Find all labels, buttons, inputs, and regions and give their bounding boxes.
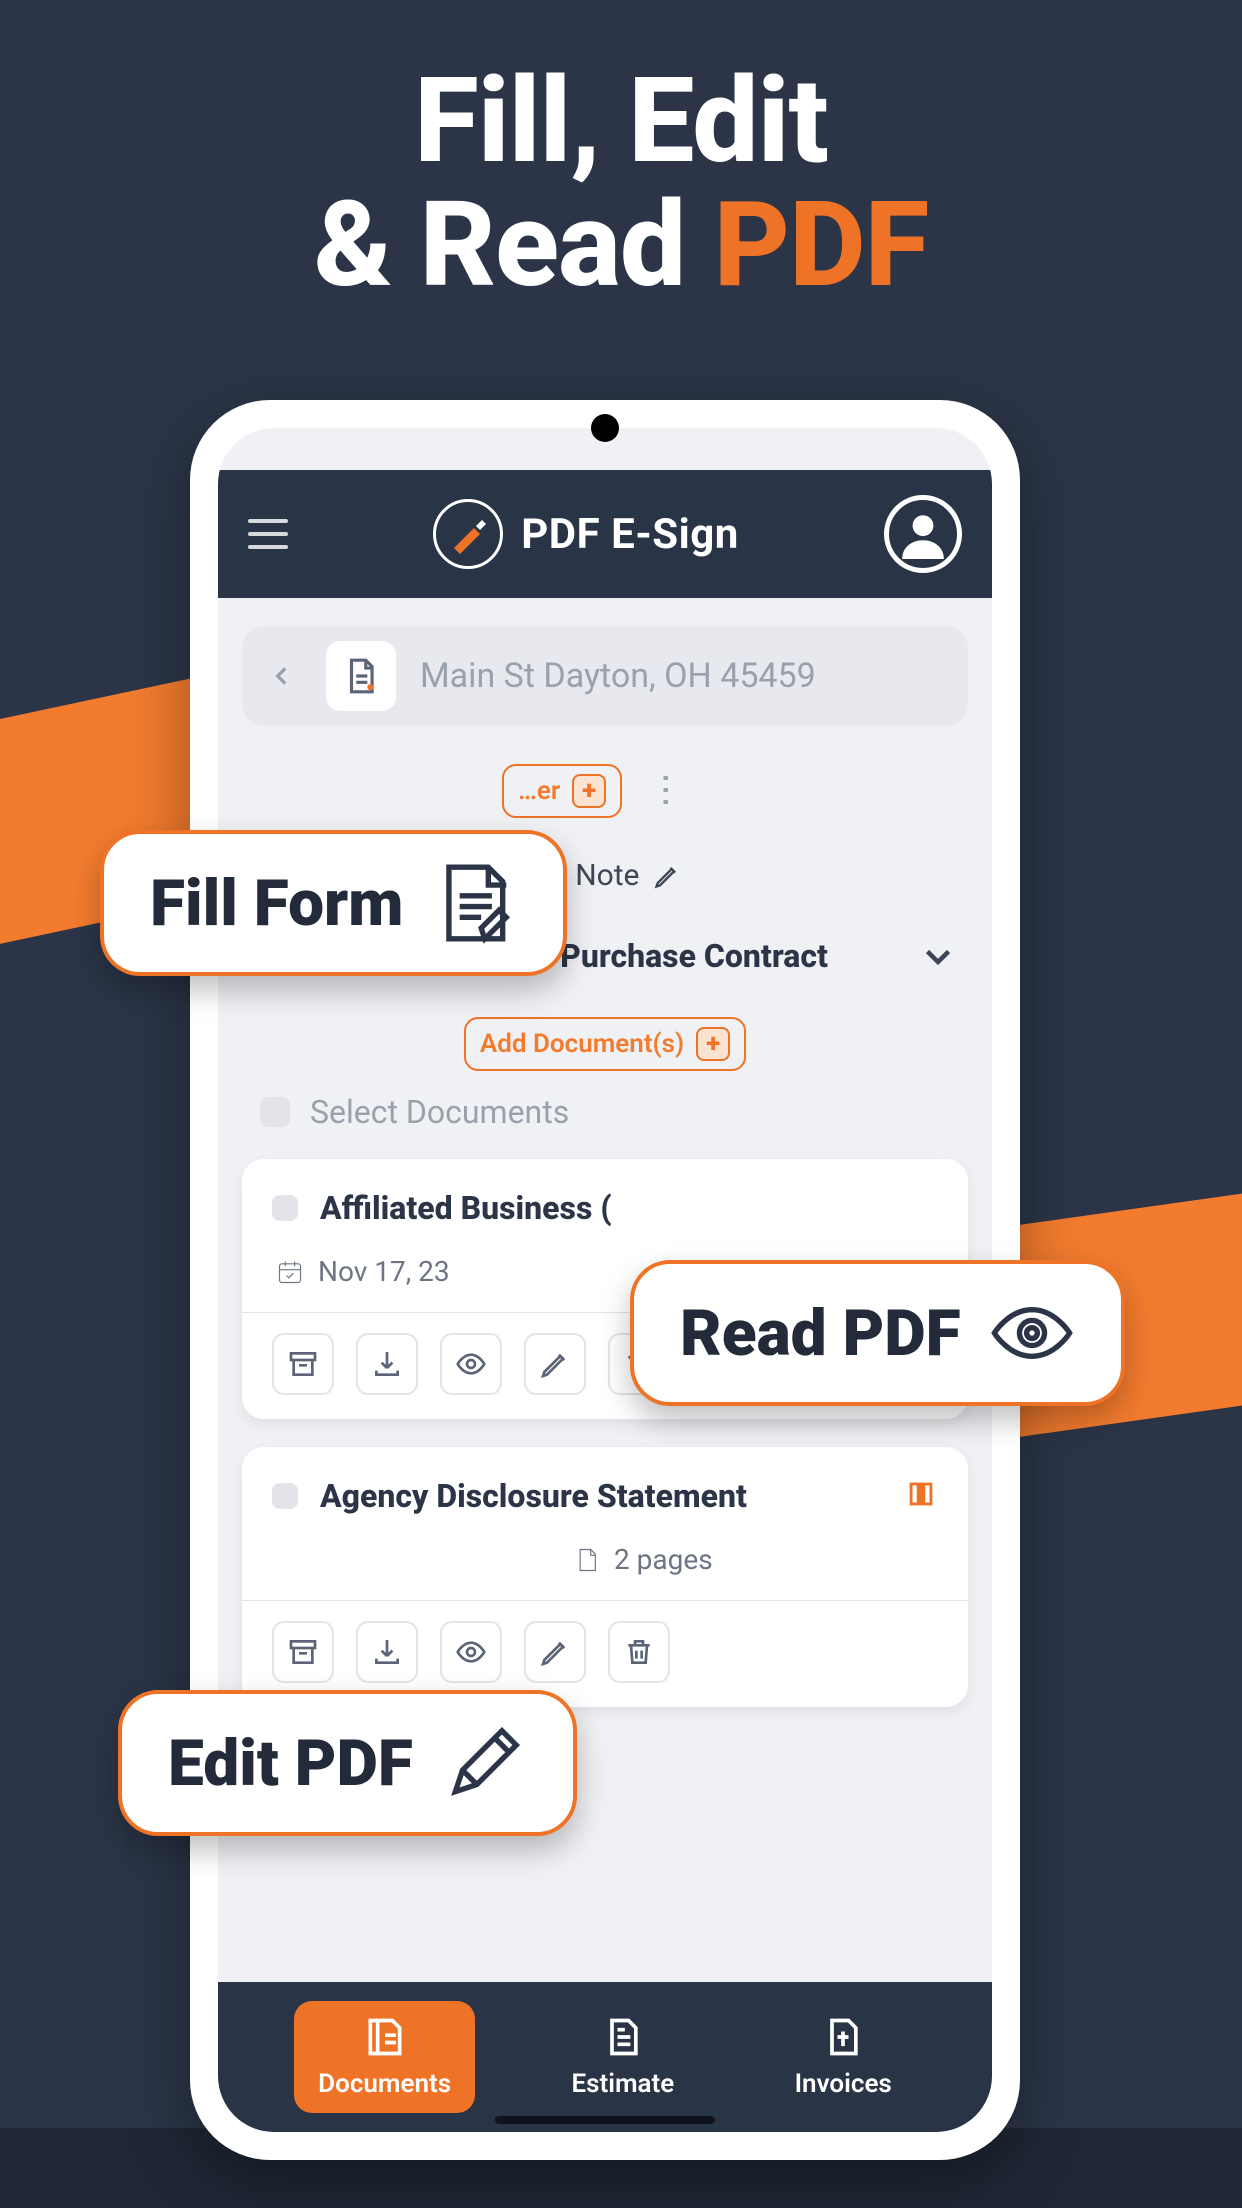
phone-camera-notch (591, 414, 619, 442)
document-pages: 2 pages (614, 1543, 713, 1576)
hero-line-2-accent: PDF (714, 176, 929, 314)
bottom-nav: Documents Estimate Invoices (218, 1982, 992, 2132)
back-button[interactable] (262, 656, 302, 696)
add-folder-button[interactable]: …er + (502, 764, 622, 818)
document-actions (272, 1621, 938, 1683)
view-button[interactable] (440, 1621, 502, 1683)
add-documents-label: Add Document(s) (480, 1029, 684, 1059)
invoices-icon (821, 2015, 865, 2059)
pencil-icon (441, 1720, 527, 1806)
split-icon[interactable] (904, 1477, 938, 1515)
pencil-icon (539, 1348, 571, 1380)
callout-read-pdf: Read PDF (630, 1260, 1125, 1406)
hero-line-1: Fill, Edit (0, 60, 1242, 184)
chevron-down-icon (920, 938, 956, 974)
hero-line-2: & Read PDF (0, 184, 1242, 308)
nav-invoices[interactable]: Invoices (771, 2001, 916, 2113)
eye-icon (989, 1290, 1075, 1376)
app-logo-icon (433, 499, 503, 569)
callout-read-pdf-label: Read PDF (680, 1296, 961, 1371)
document-name[interactable]: Agency Disclosure Statement (320, 1477, 747, 1515)
select-documents-row[interactable]: Select Documents (260, 1093, 968, 1131)
app-title: PDF E-Sign (521, 510, 739, 559)
archive-button[interactable] (272, 1621, 334, 1683)
download-button[interactable] (356, 1333, 418, 1395)
delete-button[interactable] (608, 1621, 670, 1683)
app-brand: PDF E-Sign (433, 499, 739, 569)
pencil-icon (653, 862, 681, 890)
callout-edit-pdf: Edit PDF (118, 1690, 577, 1836)
callout-edit-pdf-label: Edit PDF (168, 1726, 413, 1801)
hero-headline: Fill, Edit & Read PDF (0, 0, 1242, 308)
archive-icon (287, 1348, 319, 1380)
view-button[interactable] (440, 1333, 502, 1395)
eye-icon (455, 1636, 487, 1668)
documents-icon (363, 2015, 407, 2059)
add-folder-label: …er (518, 776, 560, 806)
menu-button[interactable] (248, 519, 288, 549)
nav-documents-label: Documents (318, 2069, 451, 2099)
plus-icon: + (572, 774, 606, 808)
pages-icon (572, 1546, 600, 1574)
nav-documents[interactable]: Documents (294, 2001, 475, 2113)
profile-button[interactable] (884, 495, 962, 573)
document-checkbox[interactable] (272, 1195, 298, 1221)
edit-button[interactable] (524, 1621, 586, 1683)
select-documents-label: Select Documents (310, 1093, 569, 1131)
nav-estimate[interactable]: Estimate (547, 2001, 698, 2113)
document-date: Nov 17, 23 (318, 1255, 450, 1288)
download-button[interactable] (356, 1621, 418, 1683)
form-icon (431, 860, 517, 946)
pencil-icon (539, 1636, 571, 1668)
eye-icon (455, 1348, 487, 1380)
breadcrumb-bar[interactable]: Main St Dayton, OH 45459 (242, 626, 968, 726)
callout-fill-form: Fill Form (100, 830, 567, 976)
trash-icon (623, 1636, 655, 1668)
home-indicator (495, 2116, 715, 2124)
document-meta: 2 pages (572, 1543, 938, 1576)
download-icon (371, 1348, 403, 1380)
folder-doc-icon (326, 641, 396, 711)
estimate-icon (601, 2015, 645, 2059)
callout-fill-form-label: Fill Form (150, 866, 403, 941)
select-all-checkbox[interactable] (260, 1097, 290, 1127)
top-actions-row: …er + ⋯ (502, 764, 968, 818)
app-header: PDF E-Sign (218, 470, 992, 598)
download-icon (371, 1636, 403, 1668)
nav-estimate-label: Estimate (571, 2069, 674, 2099)
plus-icon: + (696, 1027, 730, 1061)
note-row[interactable]: …te Note (522, 858, 968, 893)
archive-icon (287, 1636, 319, 1668)
archive-button[interactable] (272, 1333, 334, 1395)
overflow-menu-button[interactable]: ⋯ (646, 772, 688, 810)
breadcrumb-address: Main St Dayton, OH 45459 (420, 656, 816, 696)
edit-button[interactable] (524, 1333, 586, 1395)
add-documents-button[interactable]: Add Document(s) + (464, 1017, 746, 1071)
document-checkbox[interactable] (272, 1483, 298, 1509)
nav-invoices-label: Invoices (795, 2069, 892, 2099)
document-name[interactable]: Affiliated Business ( (320, 1189, 612, 1227)
document-card: Agency Disclosure Statement 2 pages (242, 1447, 968, 1707)
hero-line-2-pre: & Read (314, 176, 714, 314)
calendar-icon (276, 1258, 304, 1286)
